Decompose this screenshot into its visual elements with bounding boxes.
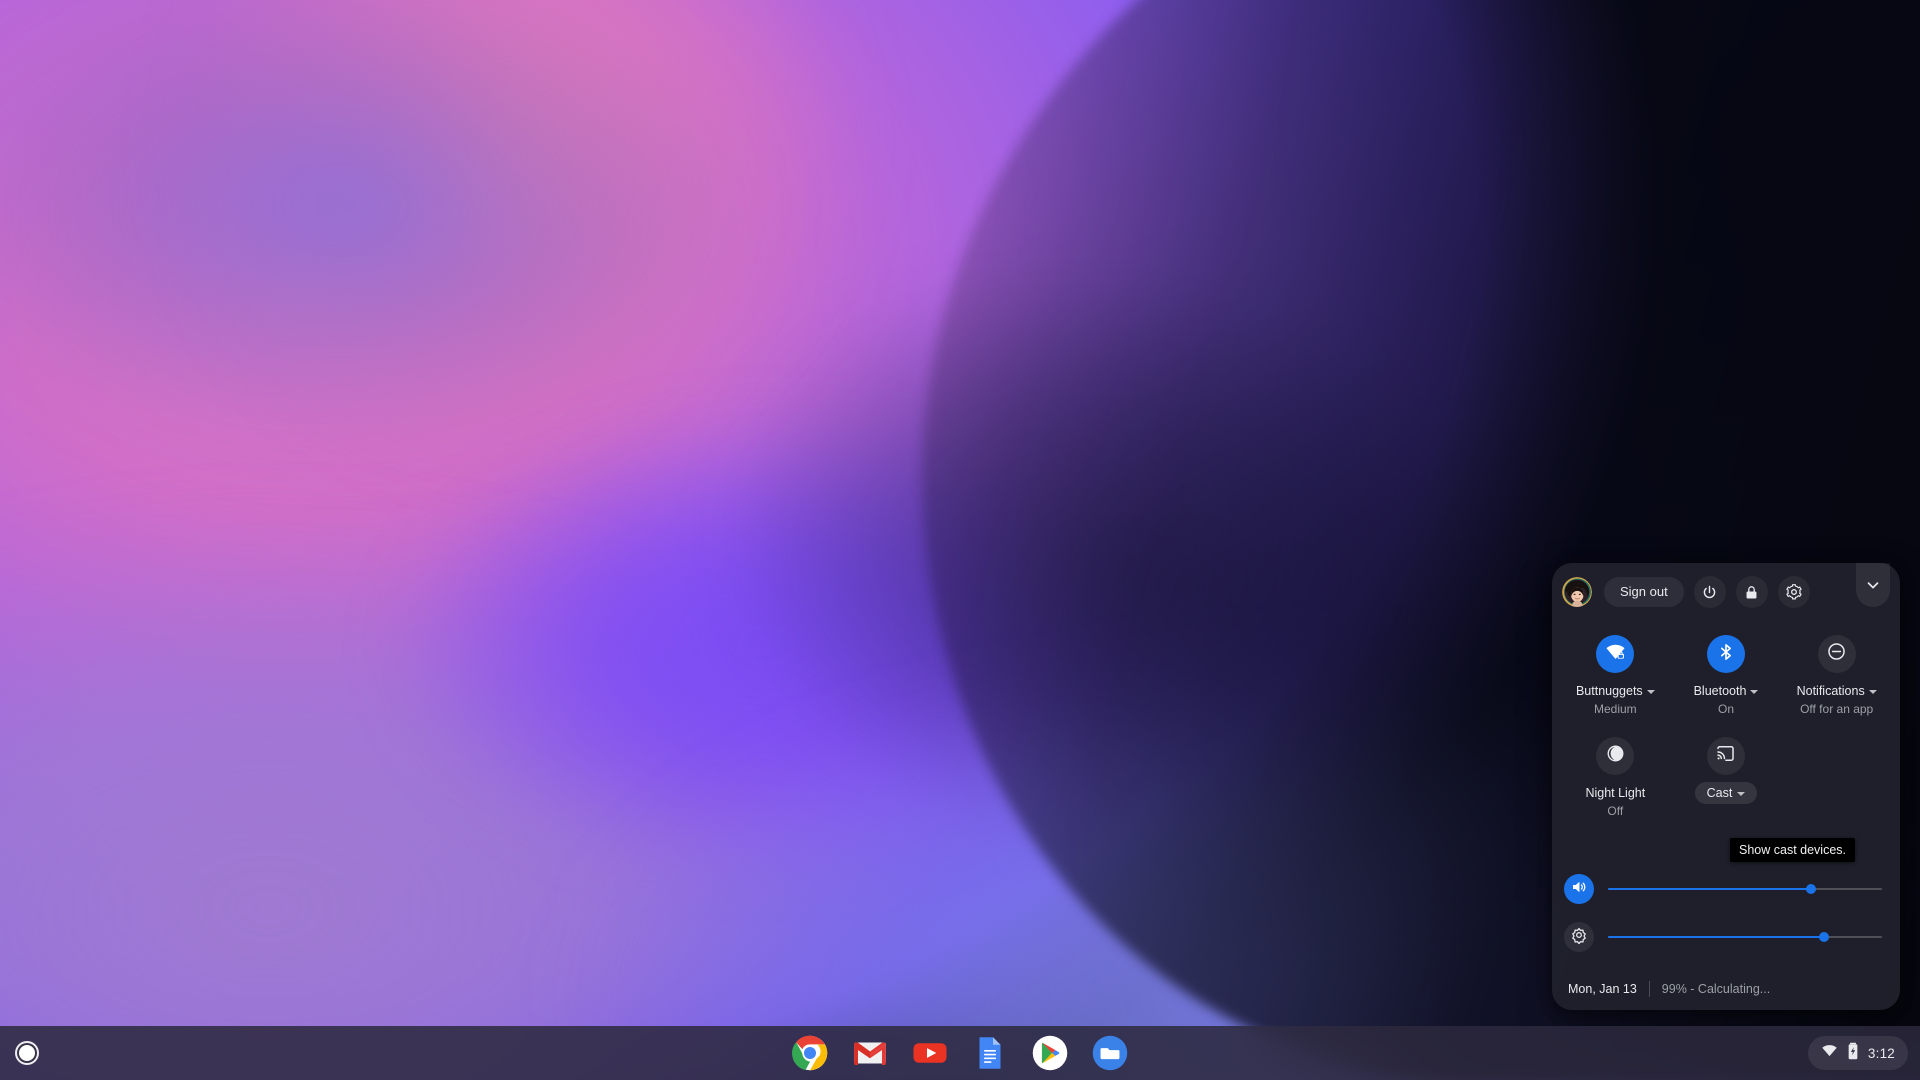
wifi-locked-icon bbox=[1605, 641, 1626, 667]
bluetooth-tile-sub: On bbox=[1717, 702, 1734, 716]
tile-network[interactable]: Buttnuggets Medium bbox=[1560, 629, 1671, 721]
lock-button[interactable] bbox=[1735, 576, 1768, 608]
tray-footer: Mon, Jan 13 99% - Calculating... bbox=[1552, 968, 1900, 1010]
tile-notifications[interactable]: Notifications Off for an app bbox=[1781, 629, 1892, 721]
notifications-tile-icon-circle bbox=[1817, 635, 1856, 673]
network-tile-icon-circle bbox=[1596, 635, 1635, 673]
cast-icon bbox=[1715, 743, 1736, 769]
brightness-slider-row bbox=[1552, 913, 1900, 961]
network-tile-sub: Medium bbox=[1593, 702, 1637, 716]
tile-cast[interactable]: Cast bbox=[1671, 723, 1782, 823]
volume-icon bbox=[1570, 878, 1588, 901]
tile-night-light[interactable]: Night Light Off bbox=[1560, 723, 1671, 823]
shelf: 3:12 bbox=[0, 1026, 1920, 1080]
notifications-tile-label-row: Notifications bbox=[1797, 683, 1877, 699]
brightness-slider[interactable] bbox=[1608, 928, 1882, 946]
wallpaper-right-glow bbox=[0, 0, 884, 519]
cast-tile-label: Cast bbox=[1706, 785, 1733, 800]
launcher-circle-icon bbox=[19, 1045, 35, 1061]
youtube-icon bbox=[912, 1035, 948, 1071]
volume-slider-knob[interactable] bbox=[1805, 884, 1816, 894]
shelf-item-play-store[interactable] bbox=[1031, 1034, 1069, 1072]
gear-icon bbox=[1785, 583, 1803, 601]
cast-tooltip: Show cast devices. bbox=[1730, 838, 1855, 862]
wifi-icon bbox=[1821, 1042, 1838, 1064]
tiles-grid-filler bbox=[1781, 723, 1892, 823]
night-light-tile-sub: Off bbox=[1607, 804, 1624, 818]
night-light-tile-label: Night Light bbox=[1585, 785, 1646, 800]
volume-slider[interactable] bbox=[1608, 880, 1882, 898]
volume-slider-fill bbox=[1608, 888, 1811, 890]
volume-slider-row bbox=[1552, 865, 1900, 913]
docs-icon bbox=[972, 1035, 1008, 1071]
gmail-icon bbox=[852, 1035, 888, 1071]
do-not-disturb-icon bbox=[1826, 641, 1847, 667]
chrome-icon bbox=[792, 1035, 828, 1071]
power-button[interactable] bbox=[1693, 576, 1726, 608]
power-icon bbox=[1701, 584, 1718, 601]
bluetooth-tile-icon-circle bbox=[1706, 635, 1745, 673]
shelf-item-gmail[interactable] bbox=[851, 1034, 889, 1072]
play-store-icon bbox=[1032, 1035, 1068, 1071]
volume-toggle-button[interactable] bbox=[1564, 874, 1594, 904]
shelf-item-docs[interactable] bbox=[971, 1034, 1009, 1072]
shelf-item-youtube[interactable] bbox=[911, 1034, 949, 1072]
avatar[interactable] bbox=[1562, 577, 1592, 607]
system-tray-panel: Sign out Buttnuggets Medium Bluetooth On… bbox=[1552, 563, 1900, 1010]
night-light-tile-icon-circle bbox=[1596, 737, 1635, 775]
shelf-clock: 3:12 bbox=[1867, 1045, 1895, 1061]
bluetooth-tile-label-row: Bluetooth bbox=[1694, 683, 1759, 699]
shelf-item-files[interactable] bbox=[1091, 1034, 1129, 1072]
cast-tile-icon-circle bbox=[1706, 737, 1745, 775]
tile-bluetooth[interactable]: Bluetooth On bbox=[1671, 629, 1782, 721]
shelf-app-list bbox=[791, 1034, 1129, 1072]
bluetooth-tile-label: Bluetooth bbox=[1693, 683, 1747, 698]
launcher-button[interactable] bbox=[6, 1032, 48, 1074]
brightness-icon-button[interactable] bbox=[1564, 922, 1594, 952]
battery-status[interactable]: 99% - Calculating... bbox=[1662, 982, 1770, 996]
files-icon bbox=[1092, 1035, 1128, 1071]
brightness-slider-fill bbox=[1608, 936, 1825, 938]
chevron-down-icon[interactable] bbox=[1737, 791, 1746, 796]
shelf-item-chrome[interactable] bbox=[791, 1034, 829, 1072]
settings-button[interactable] bbox=[1777, 576, 1810, 608]
notifications-tile-sub: Off for an app bbox=[1800, 702, 1874, 716]
bluetooth-icon bbox=[1716, 642, 1736, 667]
collapse-tray-button[interactable] bbox=[1856, 563, 1890, 607]
chevron-down-icon[interactable] bbox=[1750, 689, 1759, 694]
tray-header: Sign out bbox=[1552, 563, 1900, 621]
lock-icon bbox=[1743, 584, 1760, 601]
battery-charging-icon bbox=[1846, 1042, 1860, 1065]
night-light-tile-label-row: Night Light bbox=[1585, 785, 1645, 801]
chevron-down-icon bbox=[1864, 576, 1882, 594]
brightness-icon bbox=[1570, 926, 1588, 949]
chevron-down-icon[interactable] bbox=[1868, 689, 1877, 694]
tray-date[interactable]: Mon, Jan 13 bbox=[1568, 982, 1637, 996]
footer-divider bbox=[1648, 981, 1650, 997]
status-area-button[interactable]: 3:12 bbox=[1807, 1036, 1908, 1070]
moon-icon bbox=[1605, 743, 1626, 769]
cast-tile-label-row[interactable]: Cast bbox=[1694, 782, 1758, 804]
brightness-slider-knob[interactable] bbox=[1819, 932, 1830, 942]
chevron-down-icon[interactable] bbox=[1646, 689, 1655, 694]
sign-out-button[interactable]: Sign out bbox=[1604, 577, 1684, 607]
network-tile-label: Buttnuggets bbox=[1575, 683, 1643, 698]
notifications-tile-label: Notifications bbox=[1796, 683, 1865, 698]
network-tile-label-row: Buttnuggets bbox=[1576, 683, 1655, 699]
quick-settings-tiles: Buttnuggets Medium Bluetooth On Notifica… bbox=[1552, 621, 1900, 823]
desktop: Sign out Buttnuggets Medium Bluetooth On… bbox=[0, 0, 1920, 1080]
